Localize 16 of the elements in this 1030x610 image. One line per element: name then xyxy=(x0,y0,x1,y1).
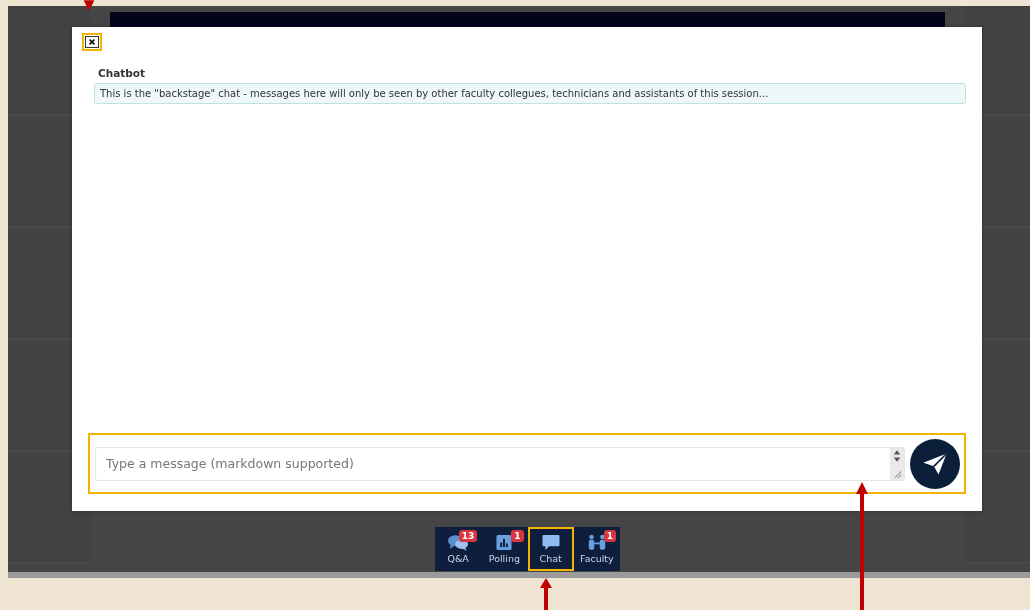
toolbar-button[interactable]: Faculty 1 xyxy=(573,527,620,571)
toolbar-button[interactable]: Polling 1 xyxy=(481,527,528,571)
speech-bubble-icon xyxy=(540,534,561,551)
count-badge: 1 xyxy=(603,530,616,542)
send-button[interactable] xyxy=(910,438,960,489)
sender-name: Chatbot xyxy=(98,67,147,79)
toolbar-button[interactable]: Chat xyxy=(527,527,574,571)
bar-chart-icon xyxy=(494,534,515,551)
toolbar-button[interactable]: Q&A 13 xyxy=(435,527,482,571)
count-badge: 13 xyxy=(458,530,478,542)
count-badge: 1 xyxy=(511,530,524,542)
arrow xyxy=(539,578,553,610)
chat-message: This is the "backstage" chat - messages here will only be seen by other faculty collegues, technicians and assistants of this session... xyxy=(94,83,966,104)
close-button[interactable] xyxy=(82,33,102,51)
close-icon xyxy=(88,38,96,46)
people-icon xyxy=(586,534,607,551)
